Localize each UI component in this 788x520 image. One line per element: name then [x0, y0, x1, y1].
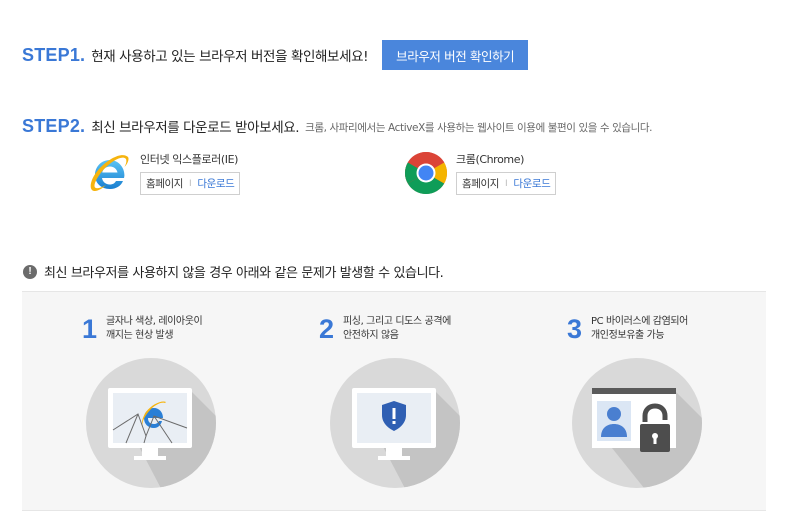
issue-number: 3	[567, 314, 583, 344]
chrome-name: 크롬(Chrome)	[456, 153, 524, 166]
issue-number: 2	[319, 314, 335, 344]
issue-text: 피싱, 그리고 디도스 공격에 안전하지 않음	[343, 314, 451, 343]
issue-line: 글자나 색상, 레이아웃이	[106, 316, 203, 327]
issue-item: 1 글자나 색상, 레이아웃이 깨지는 현상 발생	[82, 314, 232, 344]
step1-text: 현재 사용하고 있는 브라우저 버전을 확인해보세요!	[91, 49, 369, 65]
step2-label: STEP2.	[22, 115, 86, 136]
chrome-homepage-link[interactable]: 홈페이지	[462, 176, 499, 191]
security-monitor-illustration	[330, 358, 460, 488]
broken-monitor-icon	[108, 388, 216, 488]
ie-links: 홈페이지 I 다운로드	[140, 172, 241, 195]
check-browser-version-button[interactable]: 브라우저 버전 확인하기	[382, 40, 529, 70]
chrome-logo-icon	[404, 152, 448, 195]
issue-line: 개인정보유출 가능	[591, 330, 665, 341]
issues-panel: 1 글자나 색상, 레이아웃이 깨지는 현상 발생 2 피싱, 그리고 디도스 …	[22, 291, 766, 511]
issue-line: PC 바이러스에 감염되어	[591, 316, 688, 327]
broken-monitor-illustration	[86, 358, 216, 488]
ie-download-link[interactable]: 다운로드	[197, 176, 234, 191]
internet-explorer-logo-icon	[90, 155, 129, 192]
link-separator: I	[189, 178, 192, 189]
issue-item: 2 피싱, 그리고 디도스 공격에 안전하지 않음	[319, 314, 469, 344]
warning-row: ! 최신 브라우저를 사용하지 않을 경우 아래와 같은 문제가 발생할 수 있…	[23, 262, 444, 281]
issue-number: 1	[82, 314, 98, 344]
chrome-links: 홈페이지 I 다운로드	[456, 172, 557, 195]
personal-info-leak-illustration	[572, 358, 702, 488]
browser-ie: 인터넷 익스플로러(IE) 홈페이지 I 다운로드	[88, 151, 241, 195]
step1-row: STEP1. 현재 사용하고 있는 브라우저 버전을 확인해보세요! 브라우저 …	[22, 40, 529, 70]
warning-text: 최신 브라우저를 사용하지 않을 경우 아래와 같은 문제가 발생할 수 있습니…	[44, 266, 444, 281]
chrome-download-link[interactable]: 다운로드	[513, 176, 550, 191]
issue-text: 글자나 색상, 레이아웃이 깨지는 현상 발생	[106, 314, 203, 343]
issue-item: 3 PC 바이러스에 감염되어 개인정보유출 가능	[567, 314, 717, 344]
step2-text: 최신 브라우저를 다운로드 받아보세요.	[91, 120, 300, 136]
issue-line: 안전하지 않음	[343, 330, 399, 341]
ie-name: 인터넷 익스플로러(IE)	[140, 153, 239, 166]
exclamation-icon: !	[23, 264, 37, 279]
issue-text: PC 바이러스에 감염되어 개인정보유출 가능	[591, 314, 688, 343]
step2-row: STEP2. 최신 브라우저를 다운로드 받아보세요. 크롬, 사파리에서는 A…	[22, 114, 653, 138]
security-shield-monitor-icon	[352, 388, 460, 488]
issue-line: 깨지는 현상 발생	[106, 330, 174, 341]
step2-note: 크롬, 사파리에서는 ActiveX를 사용하는 웹사이트 이용에 불편이 있을…	[305, 121, 653, 134]
step1-label: STEP1.	[22, 44, 86, 65]
link-separator: I	[505, 178, 508, 189]
unlocked-id-card-icon	[592, 388, 702, 488]
issue-line: 피싱, 그리고 디도스 공격에	[343, 316, 451, 327]
ie-homepage-link[interactable]: 홈페이지	[146, 176, 183, 191]
browser-chrome: 크롬(Chrome) 홈페이지 I 다운로드	[404, 151, 557, 195]
